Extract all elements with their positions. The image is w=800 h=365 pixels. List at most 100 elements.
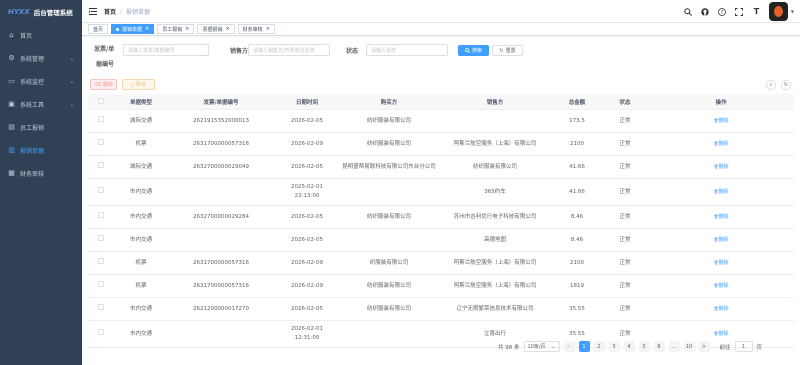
delete-row-button[interactable]: 🗑删除 <box>713 141 728 147</box>
cell-action: 🗑删除 <box>648 139 794 149</box>
github-icon[interactable] <box>701 7 710 16</box>
delete-row-button[interactable]: 🗑删除 <box>713 164 728 170</box>
row-checkbox[interactable] <box>98 281 104 287</box>
tag-item[interactable]: 财务审核 × <box>237 24 275 34</box>
toggle-search-button[interactable]: ⌕ <box>766 80 776 90</box>
sidebar-item[interactable]: ▥ 报销单据 <box>0 139 82 162</box>
table-header: 单据类型 发票/单据编号 日期时间 购买方 销售方 总金额 状态 操作 <box>88 94 794 110</box>
next-page-button[interactable]: > <box>698 341 710 352</box>
search-button[interactable]: 搜索 <box>458 45 489 56</box>
tag-item[interactable]: 报销单据 × <box>111 24 155 34</box>
delete-button[interactable]: ⌫ 删除 <box>90 79 117 90</box>
invoice-number-input[interactable]: 请输入发票/单据编号 <box>123 44 209 56</box>
column-header <box>88 97 114 106</box>
tags-view: 首页 报销单据 × 员工报销 × 票据报销 × 财务审核 × <box>82 23 800 36</box>
page-number-button[interactable]: 3 <box>608 341 620 352</box>
page-number-button[interactable]: 4 <box>623 341 635 352</box>
goto-page-input[interactable]: 1 <box>734 341 753 352</box>
close-icon[interactable]: × <box>225 26 229 32</box>
sidebar-item[interactable]: ▭ 系统监控 ⌄ <box>0 70 82 93</box>
table-row: 市内交通 2025-02-01 22:13:00 365约车 41.66 正常 🗑删除 <box>88 179 794 206</box>
page-number-button[interactable]: 6 <box>653 341 665 352</box>
download-icon: ⤓ <box>131 81 134 88</box>
sidebar-item[interactable]: ▤ 员工报销 <box>0 116 82 139</box>
page-number-button[interactable]: 1 <box>578 341 590 352</box>
page-size-select[interactable]: 10条/页 ⌄ <box>523 341 560 352</box>
delete-row-button[interactable]: 🗑删除 <box>713 306 728 312</box>
chevron-down-icon: ⌄ <box>551 343 556 350</box>
hamburger-button[interactable] <box>82 0 104 23</box>
close-icon[interactable]: × <box>185 26 189 32</box>
sidebar-item[interactable]: ▦ 财务审核 <box>0 162 82 185</box>
cell-date: 2026-02-05 <box>291 213 323 220</box>
font-size-icon[interactable]: T <box>752 7 761 16</box>
page-number-button[interactable]: 10 <box>683 341 695 352</box>
search-button-label: 搜索 <box>471 48 482 54</box>
logo-mark: HYXX <box>8 8 30 16</box>
row-checkbox-cell <box>88 329 114 339</box>
row-checkbox[interactable] <box>98 139 104 145</box>
help-icon[interactable]: ? <box>718 7 727 16</box>
row-checkbox[interactable] <box>98 212 104 218</box>
close-icon[interactable]: × <box>145 26 149 32</box>
tag-label: 报销单据 <box>122 26 143 33</box>
seller-input[interactable]: 请输入销售方/开票单位名称 <box>248 44 330 56</box>
caret-down-icon[interactable]: ▼ <box>791 9 794 14</box>
cell-number: 2632700000029049 <box>193 163 249 170</box>
row-checkbox[interactable] <box>98 116 104 122</box>
cell-date: 2025-02-01 <box>291 184 323 190</box>
row-checkbox[interactable] <box>98 235 104 241</box>
row-checkbox[interactable] <box>98 162 104 168</box>
select-all-checkbox[interactable] <box>98 97 104 104</box>
delete-row-button[interactable]: 🗑删除 <box>713 331 728 337</box>
row-checkbox[interactable] <box>98 329 104 335</box>
cell-buyer: 纺织服装有限公司 <box>366 213 411 220</box>
cell-action: 🗑删除 <box>648 162 794 172</box>
row-checkbox[interactable] <box>98 304 104 310</box>
tag-item[interactable]: 员工报销 × <box>157 24 195 34</box>
delete-row-button[interactable]: 🗑删除 <box>713 189 728 195</box>
invoice-number-label-2: 据编号 <box>96 61 115 68</box>
cell-seller: 辽宁无限繁荣信息技术有限公司 <box>456 305 534 312</box>
delete-row-button[interactable]: 🗑删除 <box>713 260 728 266</box>
delete-row-button[interactable]: 🗑删除 <box>713 118 728 124</box>
cell-type: 城际交通 <box>129 163 152 170</box>
cell-action: 🗑删除 <box>648 212 794 222</box>
reset-button[interactable]: ↻ 重置 <box>492 45 523 56</box>
search-icon[interactable] <box>684 7 693 16</box>
close-icon[interactable]: × <box>266 26 270 32</box>
sidebar-item[interactable]: ⌂ 首页 <box>0 24 82 47</box>
page-number-button[interactable]: 2 <box>593 341 605 352</box>
hamburger-icon <box>89 7 97 15</box>
audit-icon: ▦ <box>8 169 15 177</box>
sidebar-item[interactable]: ▣ 系统工具 ⌄ <box>0 93 82 116</box>
fullscreen-icon[interactable] <box>735 7 744 16</box>
page-number-button[interactable]: 5 <box>638 341 650 352</box>
cell-date: 2026-02-05 <box>274 236 340 245</box>
sidebar-item[interactable]: ⚙ 系统管理 ⌄ <box>0 47 82 70</box>
delete-row-button[interactable]: 🗑删除 <box>713 283 728 289</box>
export-button[interactable]: ⤓ 导出 <box>122 79 155 90</box>
search-icon: ⌕ <box>769 82 773 88</box>
avatar[interactable] <box>768 2 788 21</box>
delete-row-button[interactable]: 🗑删除 <box>713 214 728 220</box>
gear-icon: ⚙ <box>8 54 15 62</box>
status-input[interactable]: 请输入状态 <box>366 44 448 56</box>
delete-row-label: 删除 <box>718 331 729 337</box>
tag-item[interactable]: 首页 <box>88 24 109 34</box>
tag-item[interactable]: 票据报销 × <box>197 24 235 34</box>
cell-date: 2026-02-05 <box>274 305 340 314</box>
breadcrumb-home[interactable]: 首页 <box>104 7 116 16</box>
cell-date: 2026-02-09 <box>274 140 340 149</box>
prev-page-button[interactable]: < <box>563 341 575 352</box>
svg-text:?: ? <box>721 9 724 15</box>
table-row: 城际交通 2632700000029049 2026-02-05 昆明盛帮易联科技有限… <box>88 156 794 179</box>
delete-row-button[interactable]: 🗑删除 <box>713 237 728 243</box>
cell-amount: 35.55 <box>569 330 585 337</box>
more-pages-button[interactable]: ... <box>668 341 680 352</box>
row-checkbox[interactable] <box>98 258 104 264</box>
delete-row-label: 删除 <box>718 164 729 170</box>
app-logo[interactable]: HYXX 后台管理系统 <box>0 0 82 24</box>
row-checkbox[interactable] <box>98 187 104 193</box>
refresh-table-button[interactable]: ↻ <box>781 80 791 90</box>
